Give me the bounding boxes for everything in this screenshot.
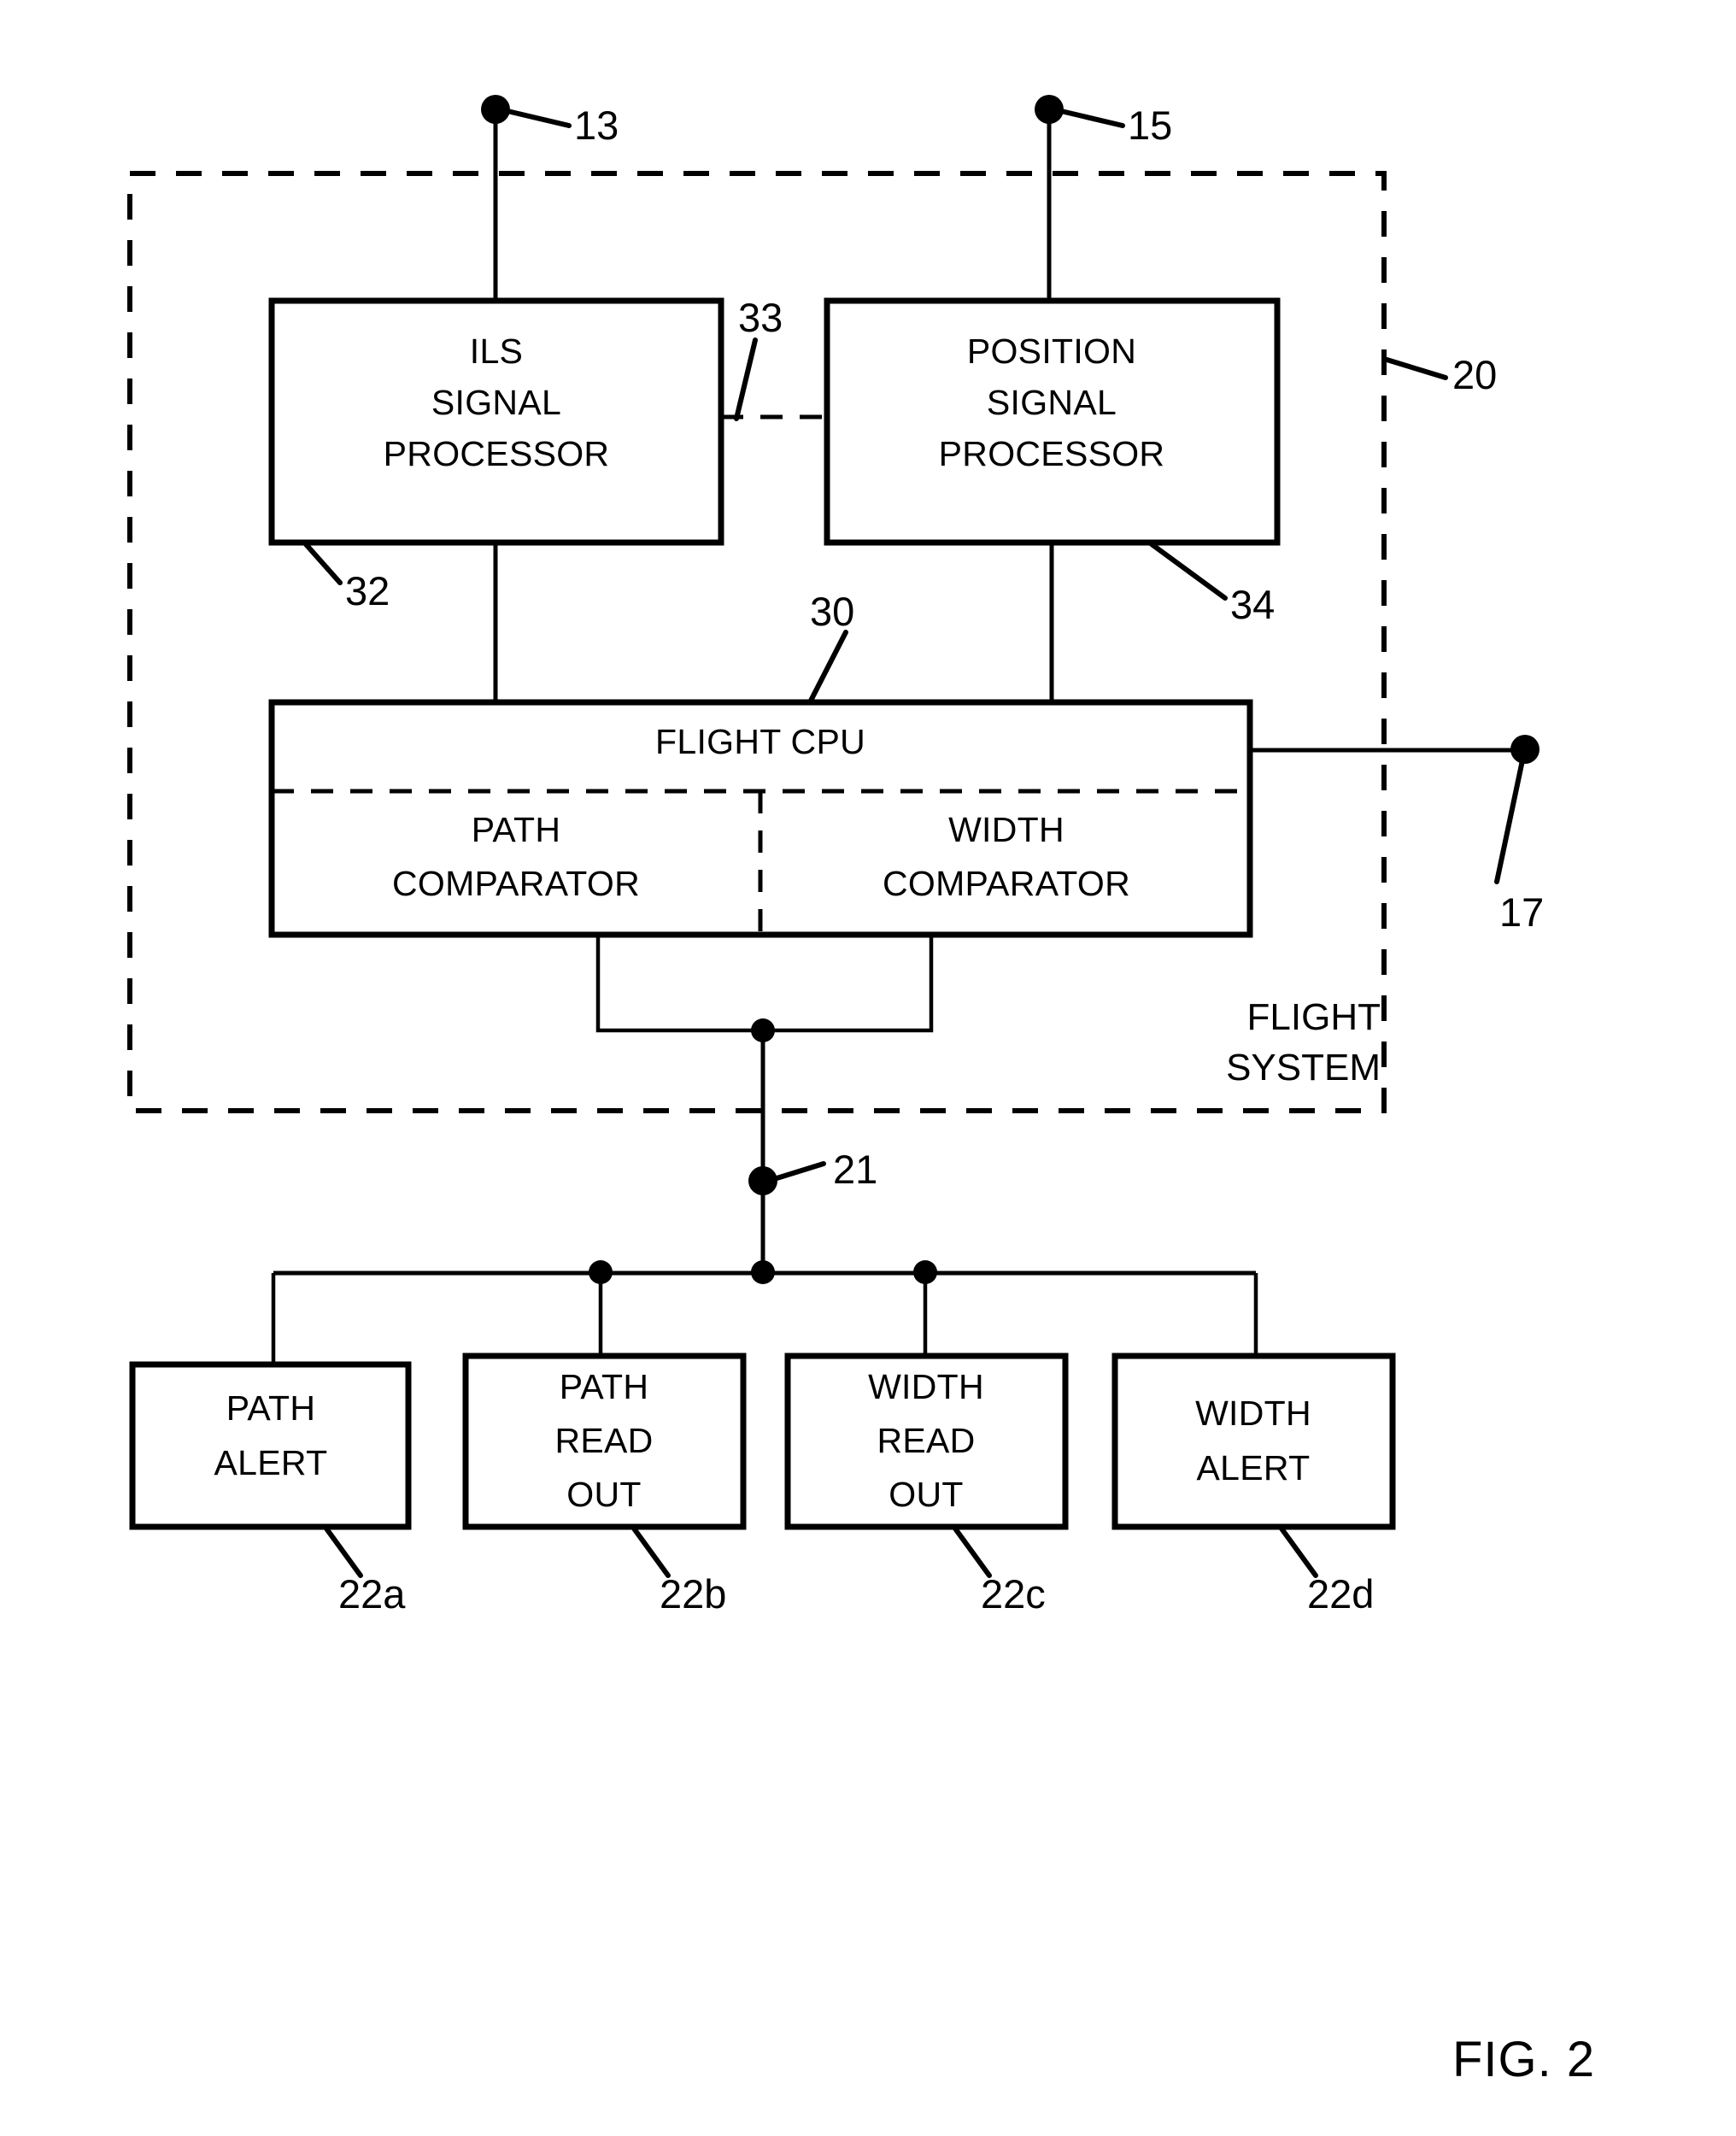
ref-label-34: 34 [1230, 582, 1275, 627]
width-alert-line-2: ALERT [1197, 1448, 1311, 1488]
junction-dot-path-readout [589, 1260, 613, 1284]
ils-line-1: ILS [470, 332, 523, 371]
position-line-2: SIGNAL [987, 383, 1117, 422]
ref-label-13: 13 [574, 103, 619, 148]
path-readout-line-1: PATH [560, 1367, 648, 1406]
ils-line-2: SIGNAL [431, 383, 561, 422]
leader-22d [1279, 1526, 1318, 1578]
width-comparator-line-1: WIDTH [948, 810, 1064, 849]
ref-label-22c: 22c [981, 1571, 1046, 1617]
ref-label-17: 17 [1499, 889, 1544, 935]
leader-17 [1494, 758, 1525, 884]
path-readout-line-2: READ [554, 1421, 653, 1460]
leader-21 [771, 1161, 826, 1182]
leader-30 [807, 630, 848, 705]
ils-line-3: PROCESSOR [384, 434, 610, 473]
leader-33 [734, 337, 758, 421]
ref-label-22b: 22b [660, 1571, 726, 1617]
leader-32 [303, 542, 343, 585]
path-alert-line-1: PATH [226, 1388, 315, 1428]
leader-34 [1149, 542, 1228, 601]
path-readout-line-3: OUT [566, 1475, 641, 1514]
leader-22b [631, 1526, 671, 1578]
width-readout-line-3: OUT [889, 1475, 963, 1514]
path-comparator-line-2: COMPARATOR [392, 864, 640, 903]
leader-22a [324, 1526, 363, 1578]
flight-system-label-line2: SYSTEM [1226, 1047, 1381, 1089]
width-comparator-line-2: COMPARATOR [883, 864, 1130, 903]
ref-label-22d: 22d [1307, 1571, 1374, 1617]
width-alert-block [1111, 1353, 1396, 1530]
width-readout-line-2: READ [877, 1421, 975, 1460]
terminal-node-17 [1510, 735, 1540, 764]
junction-dot-width-readout [913, 1260, 937, 1284]
leader-22c [953, 1526, 992, 1578]
leader-20 [1381, 356, 1448, 380]
figure-caption: FIG. 2 [1452, 2032, 1595, 2087]
ref-label-20: 20 [1452, 352, 1497, 397]
flight-system-label-line1: FLIGHT [1247, 996, 1381, 1038]
ref-label-33: 33 [738, 295, 783, 340]
cpu-output-bridge [595, 935, 934, 1033]
block-diagram-canvas: ILS SIGNAL PROCESSOR 32 POSITION SIGNAL … [127, 95, 1595, 2087]
position-line-3: PROCESSOR [939, 434, 1165, 473]
width-readout-line-1: WIDTH [868, 1367, 984, 1406]
ref-label-21: 21 [833, 1147, 877, 1192]
junction-dot-bus-center [751, 1260, 775, 1284]
path-comparator-line-1: PATH [472, 810, 560, 849]
path-alert-line-2: ALERT [214, 1443, 328, 1482]
leader-13 [505, 109, 572, 128]
ref-label-22a: 22a [338, 1571, 406, 1617]
ref-label-32: 32 [345, 568, 390, 613]
leader-15 [1059, 109, 1125, 128]
position-line-1: POSITION [967, 332, 1136, 371]
width-alert-line-1: WIDTH [1195, 1394, 1311, 1433]
ref-label-30: 30 [810, 589, 854, 634]
flight-cpu-title: FLIGHT CPU [655, 722, 865, 761]
ref-label-15: 15 [1128, 103, 1172, 148]
patent-figure: ILS SIGNAL PROCESSOR 32 POSITION SIGNAL … [0, 0, 1736, 2136]
